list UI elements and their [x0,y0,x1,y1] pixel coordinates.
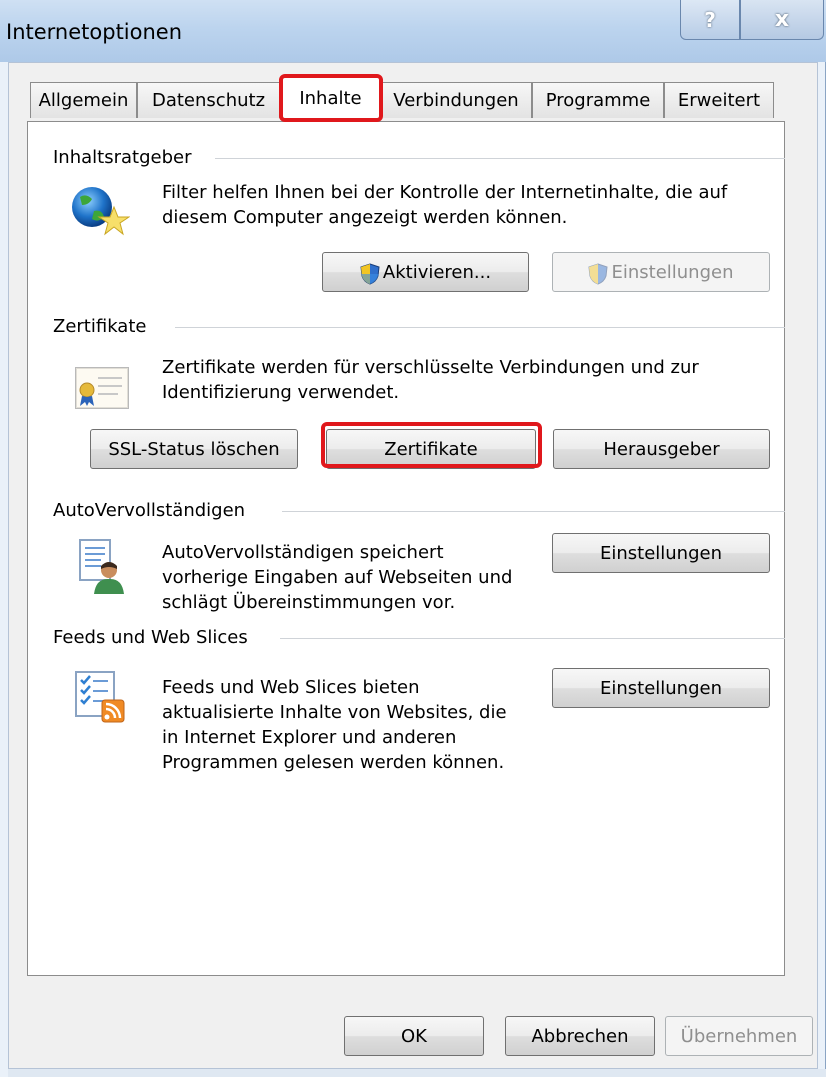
feeds-description-4: Programmen gelesen werden können. [162,752,505,773]
autocomplete-description-1: AutoVervollständigen speichert [162,542,444,563]
cancel-button[interactable]: Abbrechen [505,1016,655,1056]
content-advisor-description-1: Filter helfen Ihnen bei der Kontrolle de… [162,182,728,203]
tab-highlight [279,74,383,122]
cancel-button-label: Abbrechen [531,1025,629,1047]
enable-button[interactable]: Aktivieren... [322,252,529,292]
content-advisor-settings-button[interactable]: Einstellungen [552,252,770,292]
tab-label: Allgemein [38,90,129,111]
publishers-button-label: Herausgeber [603,438,720,460]
tab-datenschutz[interactable]: Datenschutz [137,82,280,118]
feed-list-icon [74,670,126,724]
autocomplete-description-3: schlägt Übereinstimmungen vor. [162,592,456,613]
feeds-settings-button[interactable]: Einstellungen [552,668,770,708]
apply-button-label: Übernehmen [680,1025,798,1047]
tab-allgemein[interactable]: Allgemein [30,82,137,118]
apply-button[interactable]: Übernehmen [665,1016,813,1056]
window-bottom-border [8,1069,826,1077]
document-user-icon [76,538,126,596]
tab-erweitert[interactable]: Erweitert [664,82,774,118]
group-title-certificates: Zertifikate [53,316,157,337]
group-title-content-advisor: Inhaltsratgeber [53,147,202,168]
group-divider [280,638,785,639]
autocomplete-description-2: vorherige Eingaben auf Webseiten und [162,567,513,588]
tab-label: Verbindungen [393,90,519,111]
autocomplete-settings-label: Einstellungen [599,542,723,564]
feeds-description-2: aktualisierte Inhalte von Websites, die [162,702,507,723]
uac-shield-icon [360,263,380,285]
title-bar[interactable]: Internetoptionen ? x [0,0,826,62]
group-title-feeds: Feeds und Web Slices [53,627,258,648]
certificates-button-highlight [321,422,542,468]
content-advisor-description-2: diesem Computer angezeigt werden können. [162,207,568,228]
tab-programme[interactable]: Programme [532,82,664,118]
group-divider [215,158,785,159]
feeds-description-1: Feeds und Web Slices bieten [162,677,420,698]
ok-button-label: OK [401,1025,427,1047]
tab-verbindungen[interactable]: Verbindungen [380,82,532,118]
close-button[interactable]: x [740,0,824,40]
window-title: Internetoptionen [6,20,183,44]
enable-button-label: Aktivieren... [382,261,492,283]
certificate-icon [74,366,130,410]
close-icon: x [774,7,790,32]
certificates-description-2: Identifizierung verwendet. [162,382,400,403]
feeds-settings-label: Einstellungen [599,677,723,699]
autocomplete-settings-button[interactable]: Einstellungen [552,533,770,573]
help-icon: ? [704,7,716,32]
uac-shield-icon [588,263,609,285]
tab-label: Erweitert [677,90,761,111]
group-divider [282,511,785,512]
publishers-button[interactable]: Herausgeber [553,429,770,469]
content-advisor-settings-label: Einstellungen [611,261,734,283]
group-title-autocomplete: AutoVervollständigen [53,500,256,521]
clear-ssl-state-label: SSL-Status löschen [108,438,280,460]
help-button[interactable]: ? [680,0,740,40]
feeds-description-3: in Internet Explorer und anderen [162,727,457,748]
ok-button[interactable]: OK [344,1016,484,1056]
group-divider [175,327,785,328]
tab-label: Programme [545,90,651,111]
globe-star-icon [68,185,131,237]
certificates-description-1: Zertifikate werden für verschlüsselte Ve… [162,357,699,378]
internet-options-dialog: Internetoptionen ? x Allgemein Datenschu… [0,0,826,1077]
clear-ssl-state-button[interactable]: SSL-Status löschen [90,429,298,469]
tab-label: Datenschutz [151,90,266,111]
